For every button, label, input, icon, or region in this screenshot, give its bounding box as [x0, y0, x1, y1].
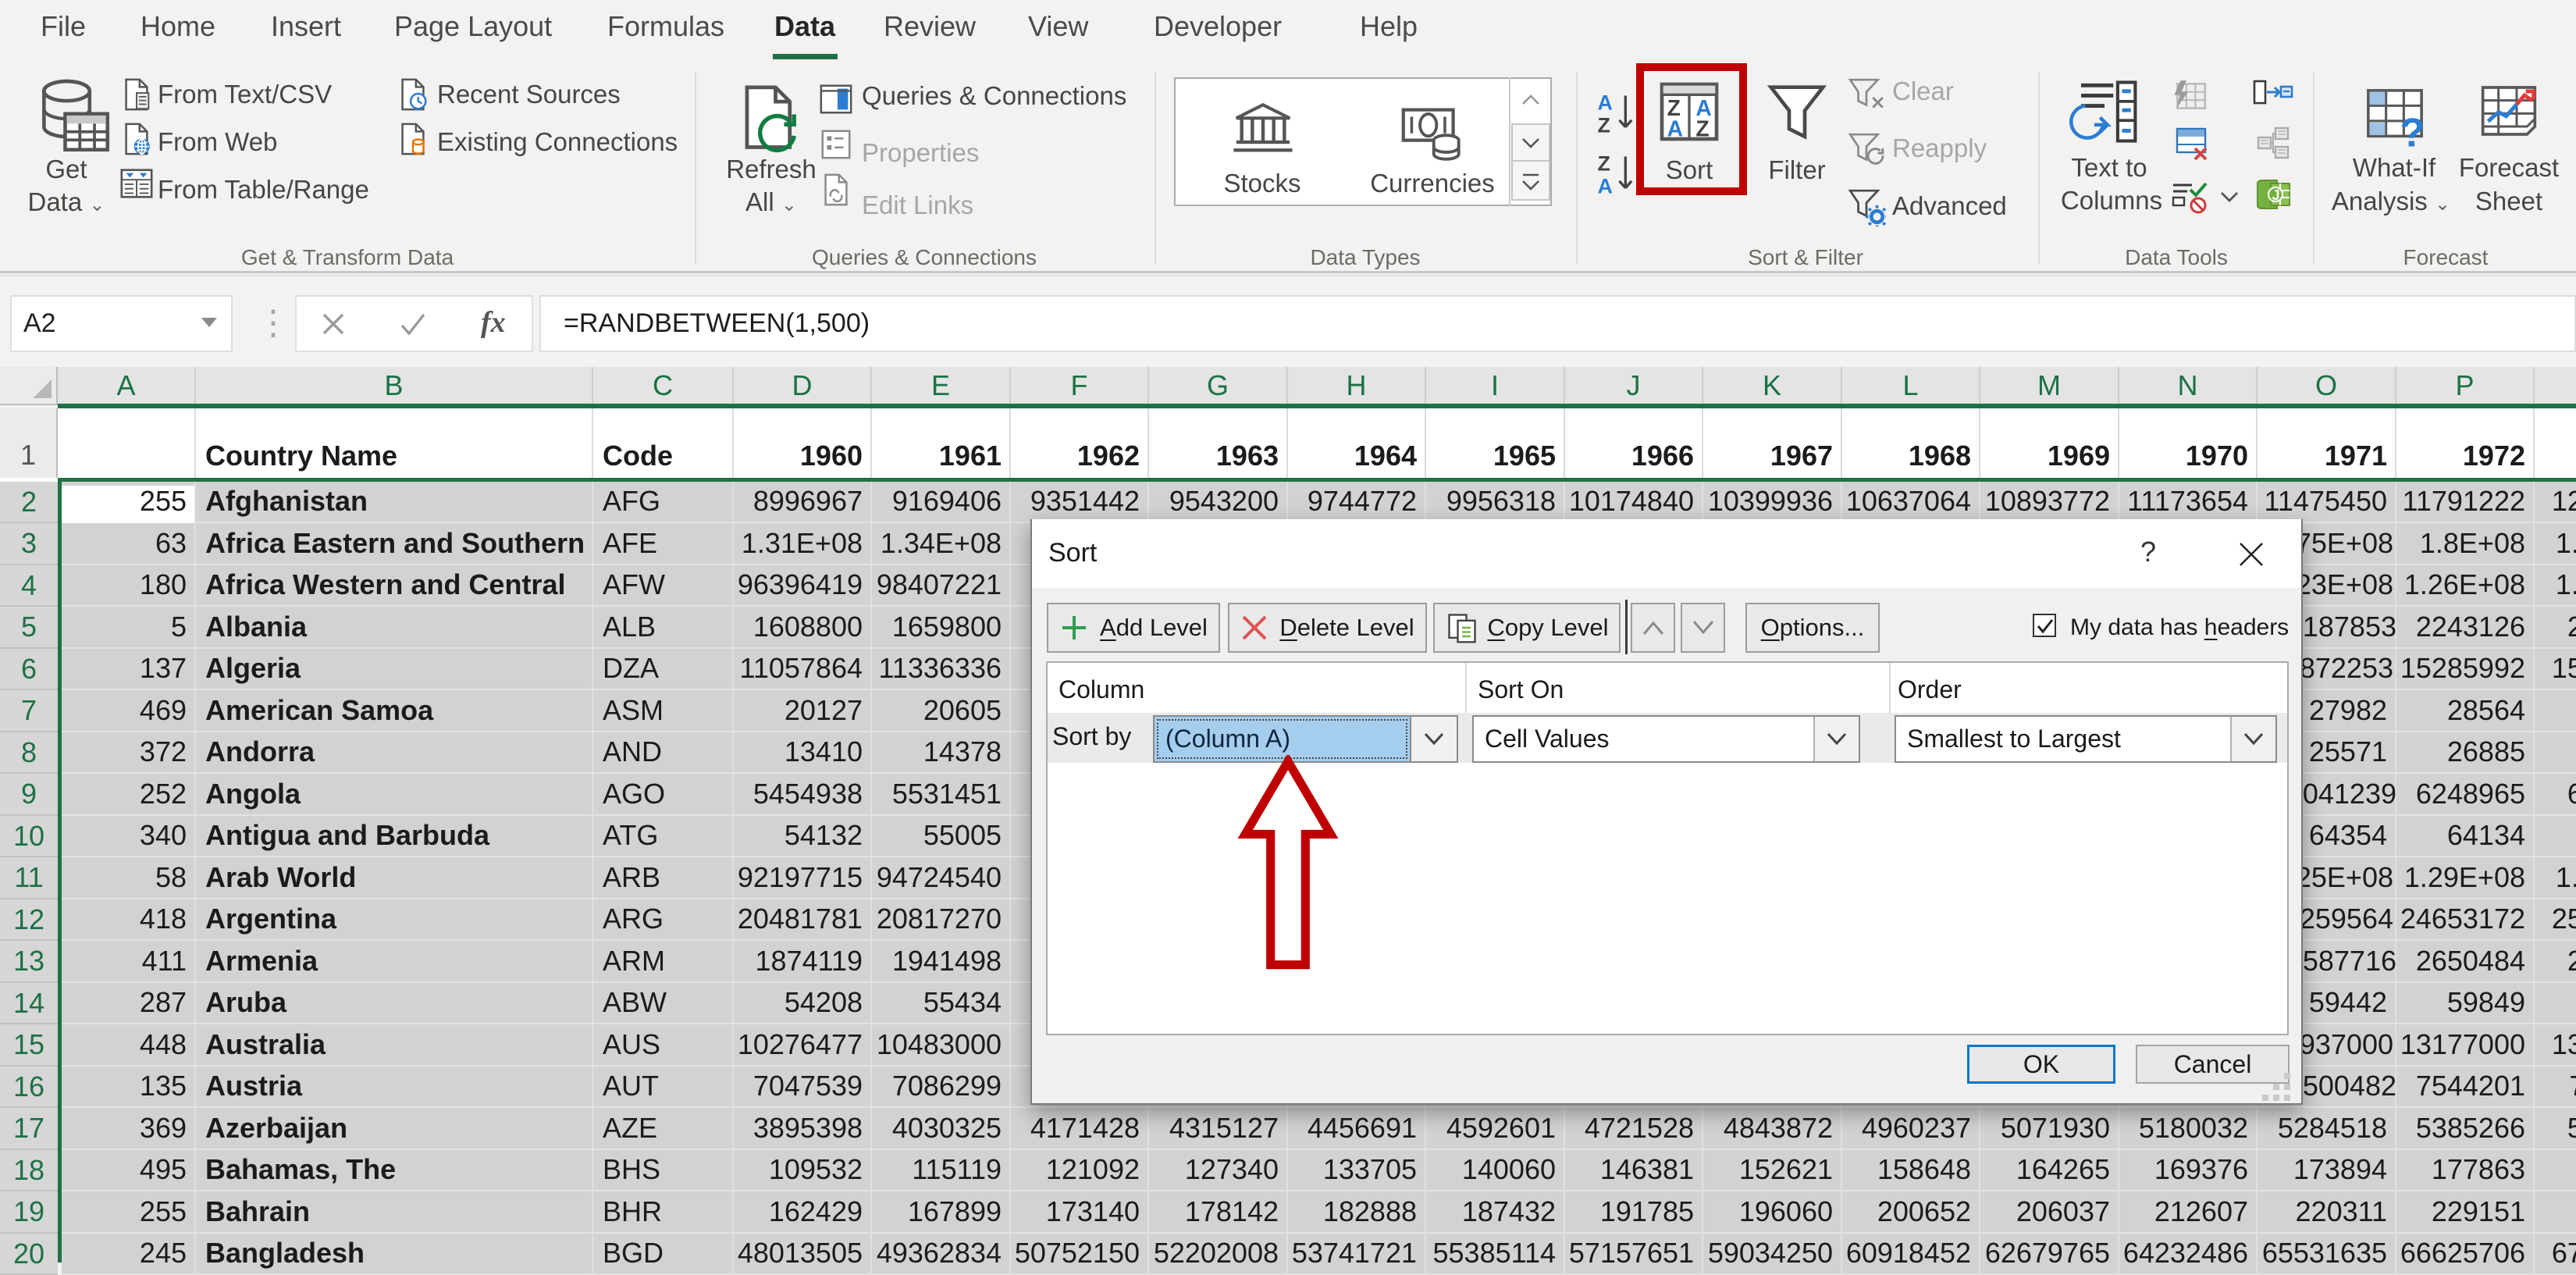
svg-text:?: ?	[2400, 110, 2425, 148]
svg-text:J: J	[2272, 187, 2280, 203]
svg-text:A: A	[1597, 175, 1612, 197]
svg-text:Z: Z	[1597, 114, 1610, 136]
svg-text:Z: Z	[1597, 153, 1610, 175]
svg-text:A: A	[1597, 92, 1612, 114]
